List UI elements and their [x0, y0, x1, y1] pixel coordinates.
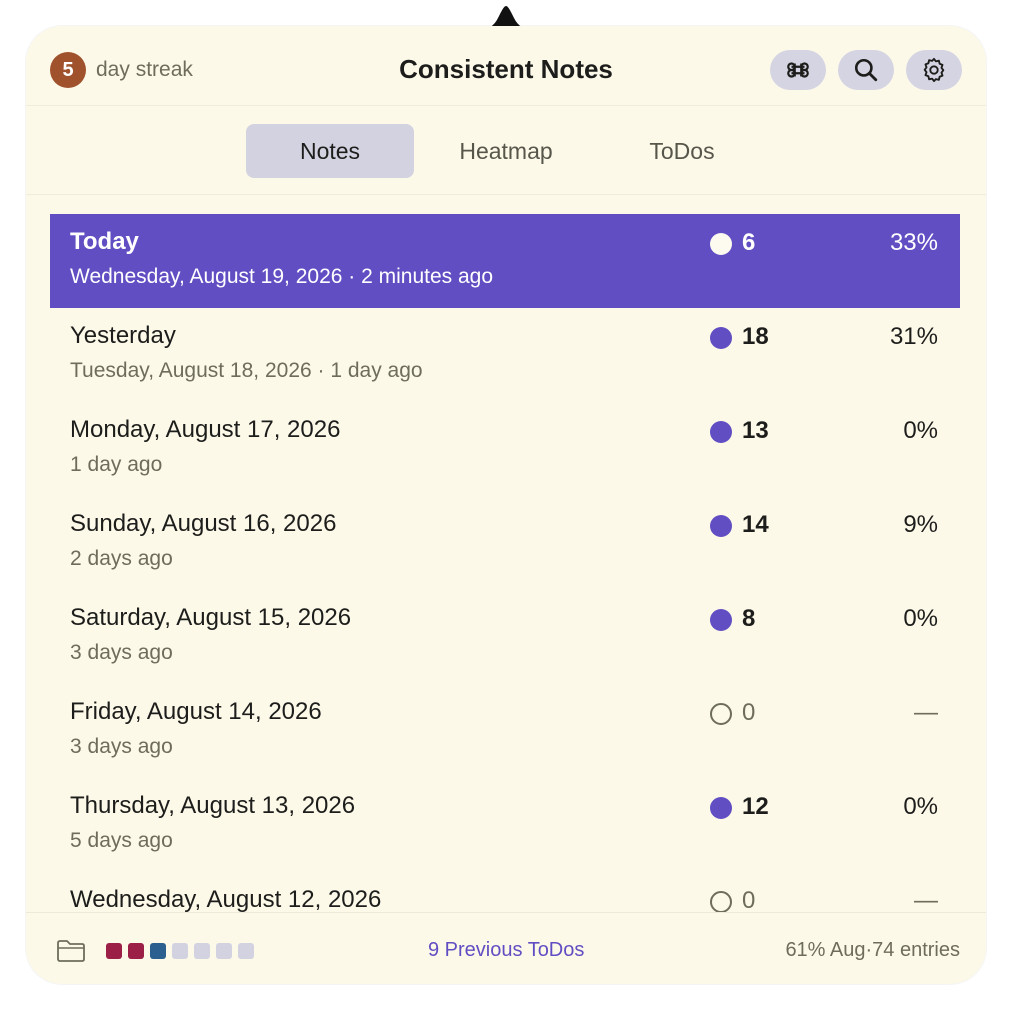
entry-subtitle: Wednesday, August 19, 2026 · 2 minutes a… — [70, 265, 494, 288]
completion-percent: — — [914, 699, 938, 726]
completion-percent: — — [914, 887, 938, 912]
entry-subtitle: 3 days ago — [70, 735, 173, 758]
day-swatch — [238, 943, 254, 959]
settings-button[interactable] — [906, 50, 962, 90]
note-count-dot — [710, 327, 732, 349]
entry-subtitle: 2 days ago — [70, 547, 173, 570]
command-icon — [787, 62, 809, 78]
day-swatch — [150, 943, 166, 959]
completion-percent: 9% — [903, 511, 938, 538]
entry-title: Sunday, August 16, 2026 — [70, 510, 337, 537]
note-count: 12 — [742, 793, 769, 820]
note-count: 14 — [742, 511, 769, 538]
footer: 9 Previous ToDos 61% Aug·74 entries — [26, 912, 986, 984]
list-item[interactable]: Sunday, August 16, 2026 2 days ago 14 9% — [50, 496, 960, 590]
folder-icon[interactable] — [56, 939, 86, 963]
entry-title: Today — [70, 228, 139, 255]
tab-notes[interactable]: Notes — [246, 124, 414, 178]
list-item[interactable]: Friday, August 14, 2026 3 days ago 0 — — [50, 684, 960, 778]
empty-count-dot — [710, 703, 732, 725]
tab-bar: Notes Heatmap ToDos — [26, 107, 986, 195]
empty-count-dot — [710, 891, 732, 912]
note-count-dot — [710, 797, 732, 819]
entry-title: Yesterday — [70, 322, 176, 349]
list-item[interactable]: Wednesday, August 12, 2026 0 — — [50, 872, 960, 912]
header: 5 day streak Consistent Notes — [26, 26, 986, 106]
list-item[interactable]: Yesterday Tuesday, August 18, 2026 · 1 d… — [50, 308, 960, 402]
popover-panel: 5 day streak Consistent Notes Notes Heat… — [26, 26, 986, 984]
shortcuts-button[interactable] — [770, 50, 826, 90]
note-count: 8 — [742, 605, 756, 632]
month-stats: 61% Aug·74 entries — [785, 939, 960, 961]
entry-title: Saturday, August 15, 2026 — [70, 604, 352, 631]
note-count: 6 — [742, 229, 756, 256]
list-item[interactable]: Saturday, August 15, 2026 3 days ago 8 0… — [50, 590, 960, 684]
completion-percent: 33% — [889, 229, 938, 256]
note-count: 18 — [742, 323, 769, 350]
note-count-dot — [710, 233, 732, 255]
entry-title: Wednesday, August 12, 2026 — [70, 886, 382, 912]
day-swatch — [172, 943, 188, 959]
note-count: 0 — [742, 699, 756, 726]
gear-icon — [923, 57, 945, 83]
notes-list: Today Wednesday, August 19, 2026 · 2 min… — [50, 214, 960, 912]
list-item[interactable]: Thursday, August 13, 2026 5 days ago 12 … — [50, 778, 960, 872]
entry-subtitle: Tuesday, August 18, 2026 · 1 day ago — [70, 359, 423, 382]
search-button[interactable] — [838, 50, 894, 90]
day-swatch — [194, 943, 210, 959]
entry-subtitle: 5 days ago — [70, 829, 173, 852]
entry-subtitle: 3 days ago — [70, 641, 173, 664]
completion-percent: 0% — [903, 417, 938, 444]
entry-title: Thursday, August 13, 2026 — [70, 792, 356, 819]
list-item[interactable]: Today Wednesday, August 19, 2026 · 2 min… — [50, 214, 960, 308]
completion-percent: 0% — [903, 605, 938, 632]
month-progress-swatches — [106, 943, 254, 959]
list-item[interactable]: Monday, August 17, 2026 1 day ago 13 0% — [50, 402, 960, 496]
tab-heatmap[interactable]: Heatmap — [422, 124, 590, 178]
completion-percent: 31% — [889, 323, 938, 350]
completion-percent: 0% — [903, 793, 938, 820]
day-swatch — [106, 943, 122, 959]
note-count: 0 — [742, 887, 756, 912]
entry-title: Friday, August 14, 2026 — [70, 698, 322, 725]
note-count-dot — [710, 421, 732, 443]
search-icon — [854, 58, 878, 82]
entry-subtitle: 1 day ago — [70, 453, 163, 476]
tab-todos[interactable]: ToDos — [598, 124, 766, 178]
note-count: 13 — [742, 417, 769, 444]
entry-title: Monday, August 17, 2026 — [70, 416, 341, 443]
note-count-dot — [710, 515, 732, 537]
day-swatch — [128, 943, 144, 959]
day-swatch — [216, 943, 232, 959]
note-count-dot — [710, 609, 732, 631]
previous-todos-link[interactable]: 9 Previous ToDos — [428, 939, 584, 962]
